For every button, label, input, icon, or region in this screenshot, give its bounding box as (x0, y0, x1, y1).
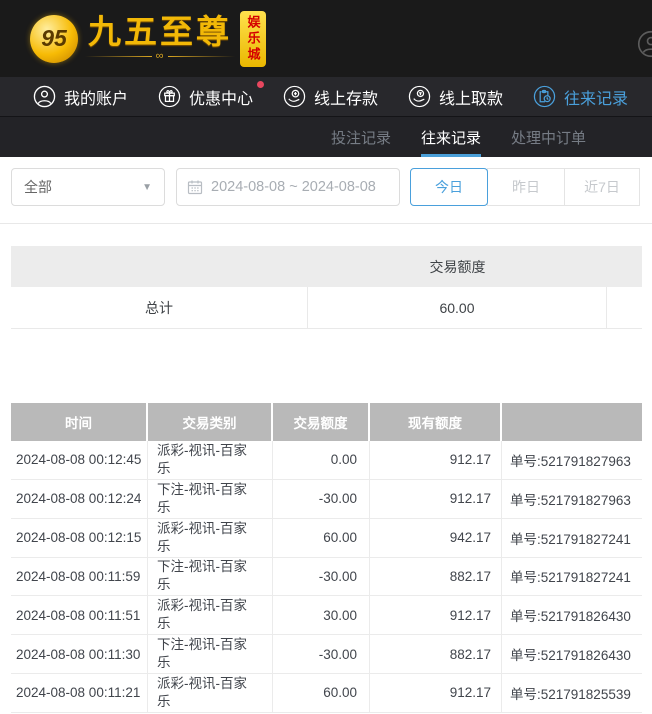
nav-label: 线上取款 (439, 85, 503, 109)
summary-header-amount: 交易额度 (308, 246, 607, 287)
page: 95 九五至尊 ∞ 娱乐城 我的账户 (0, 0, 652, 714)
cell-amount: 30.00 (273, 596, 370, 634)
col-header-balance: 现有额度 (370, 403, 502, 441)
last-7-days-button[interactable]: 近7日 (564, 168, 640, 206)
cell-balance: 912.17 (370, 596, 502, 634)
cell-type: 下注-视讯-百家乐 (148, 558, 273, 596)
nav-item-transaction-records[interactable]: 往来记录 (533, 85, 628, 109)
cell-time: 2024-08-08 00:11:59 (11, 558, 148, 596)
col-header-type: 交易类别 (148, 403, 273, 441)
calendar-icon (187, 179, 203, 195)
nav-label: 往来记录 (564, 85, 628, 109)
table-row: 2024-08-08 00:11:59 下注-视讯-百家乐 -30.00 882… (11, 558, 642, 597)
cell-type: 下注-视讯-百家乐 (148, 480, 273, 518)
cell-amount: 60.00 (273, 674, 370, 712)
nav-label: 我的账户 (64, 85, 128, 109)
user-icon (33, 85, 56, 108)
records-subnav: 投注记录 往来记录 处理中订单 (0, 117, 652, 157)
cell-time: 2024-08-08 00:12:15 (11, 519, 148, 557)
table-row: 2024-08-08 00:12:24 下注-视讯-百家乐 -30.00 912… (11, 480, 642, 519)
summary-total-amount: 60.00 (308, 287, 607, 329)
type-select[interactable]: 全部 ▼ (11, 168, 165, 206)
chevron-down-icon: ▼ (142, 182, 152, 193)
brand-flourish: ∞ (85, 50, 235, 62)
summary-header-empty (607, 246, 642, 287)
type-select-value: 全部 (24, 177, 52, 197)
top-header: 95 九五至尊 ∞ 娱乐城 (0, 0, 652, 77)
cell-type: 派彩-视讯-百家乐 (148, 441, 273, 479)
cell-balance: 912.17 (370, 480, 502, 518)
nav-label: 线上存款 (314, 85, 378, 109)
filter-bar: 全部 ▼ 2024-08-08 ~ 2024-08-08 今日 昨日 近7日 (0, 157, 652, 224)
summary-header-row: 交易额度 (11, 246, 642, 287)
brand-monogram-icon: 95 (30, 15, 78, 63)
cell-balance: 912.17 (370, 674, 502, 712)
transactions-table: 时间 交易类别 交易额度 现有额度 2024-08-08 00:12:45 派彩… (11, 403, 642, 713)
cell-type: 派彩-视讯-百家乐 (148, 674, 273, 712)
cell-type: 下注-视讯-百家乐 (148, 635, 273, 673)
cell-time: 2024-08-08 00:11:21 (11, 674, 148, 712)
col-header-amount: 交易额度 (273, 403, 370, 441)
cell-order-number: 单号:521791827963 (502, 441, 642, 479)
cell-time: 2024-08-08 00:11:30 (11, 635, 148, 673)
brand-logo[interactable]: 95 九五至尊 ∞ 娱乐城 (30, 11, 266, 67)
col-header-order (502, 403, 642, 441)
today-button[interactable]: 今日 (410, 168, 488, 206)
cell-balance: 882.17 (370, 635, 502, 673)
tab-betting-records[interactable]: 投注记录 (331, 117, 391, 157)
notification-dot (257, 81, 264, 88)
cell-amount: 0.00 (273, 441, 370, 479)
profile-avatar-icon[interactable] (637, 30, 652, 58)
gift-icon (158, 85, 181, 108)
cell-order-number: 单号:521791827241 (502, 519, 642, 557)
summary-empty-cell (607, 287, 642, 329)
table-row: 2024-08-08 00:11:51 派彩-视讯-百家乐 30.00 912.… (11, 596, 642, 635)
cell-order-number: 单号:521791826430 (502, 635, 642, 673)
table-row: 2024-08-08 00:12:45 派彩-视讯-百家乐 0.00 912.1… (11, 441, 642, 480)
nav-item-withdraw[interactable]: 线上取款 (408, 85, 503, 109)
cell-time: 2024-08-08 00:12:45 (11, 441, 148, 479)
nav-item-deposit[interactable]: 线上存款 (283, 85, 378, 109)
tab-processing-orders[interactable]: 处理中订单 (511, 117, 586, 157)
nav-item-promotions[interactable]: 优惠中心 (158, 85, 253, 109)
cell-balance: 912.17 (370, 441, 502, 479)
transactions-body: 2024-08-08 00:12:45 派彩-视讯-百家乐 0.00 912.1… (11, 441, 642, 713)
cell-balance: 942.17 (370, 519, 502, 557)
cell-order-number: 单号:521791825539 (502, 674, 642, 712)
deposit-icon (283, 85, 306, 108)
cell-balance: 882.17 (370, 558, 502, 596)
date-range-value: 2024-08-08 ~ 2024-08-08 (211, 179, 376, 195)
summary-table: 交易额度 总计 60.00 (11, 246, 642, 329)
transactions-header-row: 时间 交易类别 交易额度 现有额度 (11, 403, 642, 441)
cell-order-number: 单号:521791827963 (502, 480, 642, 518)
brand-name: 九五至尊 (88, 15, 232, 50)
tab-transaction-records[interactable]: 往来记录 (421, 117, 481, 157)
cell-amount: -30.00 (273, 635, 370, 673)
cell-order-number: 单号:521791826430 (502, 596, 642, 634)
cell-type: 派彩-视讯-百家乐 (148, 519, 273, 557)
summary-header-empty (11, 246, 308, 287)
cell-amount: 60.00 (273, 519, 370, 557)
table-row: 2024-08-08 00:11:21 派彩-视讯-百家乐 60.00 912.… (11, 674, 642, 713)
withdraw-icon (408, 85, 431, 108)
summary-total-row: 总计 60.00 (11, 287, 642, 329)
date-range-input[interactable]: 2024-08-08 ~ 2024-08-08 (176, 168, 400, 206)
quick-date-buttons: 今日 昨日 近7日 (410, 168, 640, 206)
records-icon (533, 85, 556, 108)
cell-amount: -30.00 (273, 558, 370, 596)
brand-badge: 娱乐城 (240, 11, 266, 67)
col-header-time: 时间 (11, 403, 148, 441)
cell-time: 2024-08-08 00:11:51 (11, 596, 148, 634)
nav-item-my-account[interactable]: 我的账户 (33, 85, 128, 109)
cell-time: 2024-08-08 00:12:24 (11, 480, 148, 518)
table-row: 2024-08-08 00:11:30 下注-视讯-百家乐 -30.00 882… (11, 635, 642, 674)
yesterday-button[interactable]: 昨日 (487, 168, 565, 206)
main-nav: 我的账户 优惠中心 线上存款 (0, 77, 652, 117)
summary-total-label: 总计 (11, 287, 308, 329)
table-row: 2024-08-08 00:12:15 派彩-视讯-百家乐 60.00 942.… (11, 519, 642, 558)
cell-order-number: 单号:521791827241 (502, 558, 642, 596)
cell-amount: -30.00 (273, 480, 370, 518)
cell-type: 派彩-视讯-百家乐 (148, 596, 273, 634)
nav-label: 优惠中心 (189, 85, 253, 109)
